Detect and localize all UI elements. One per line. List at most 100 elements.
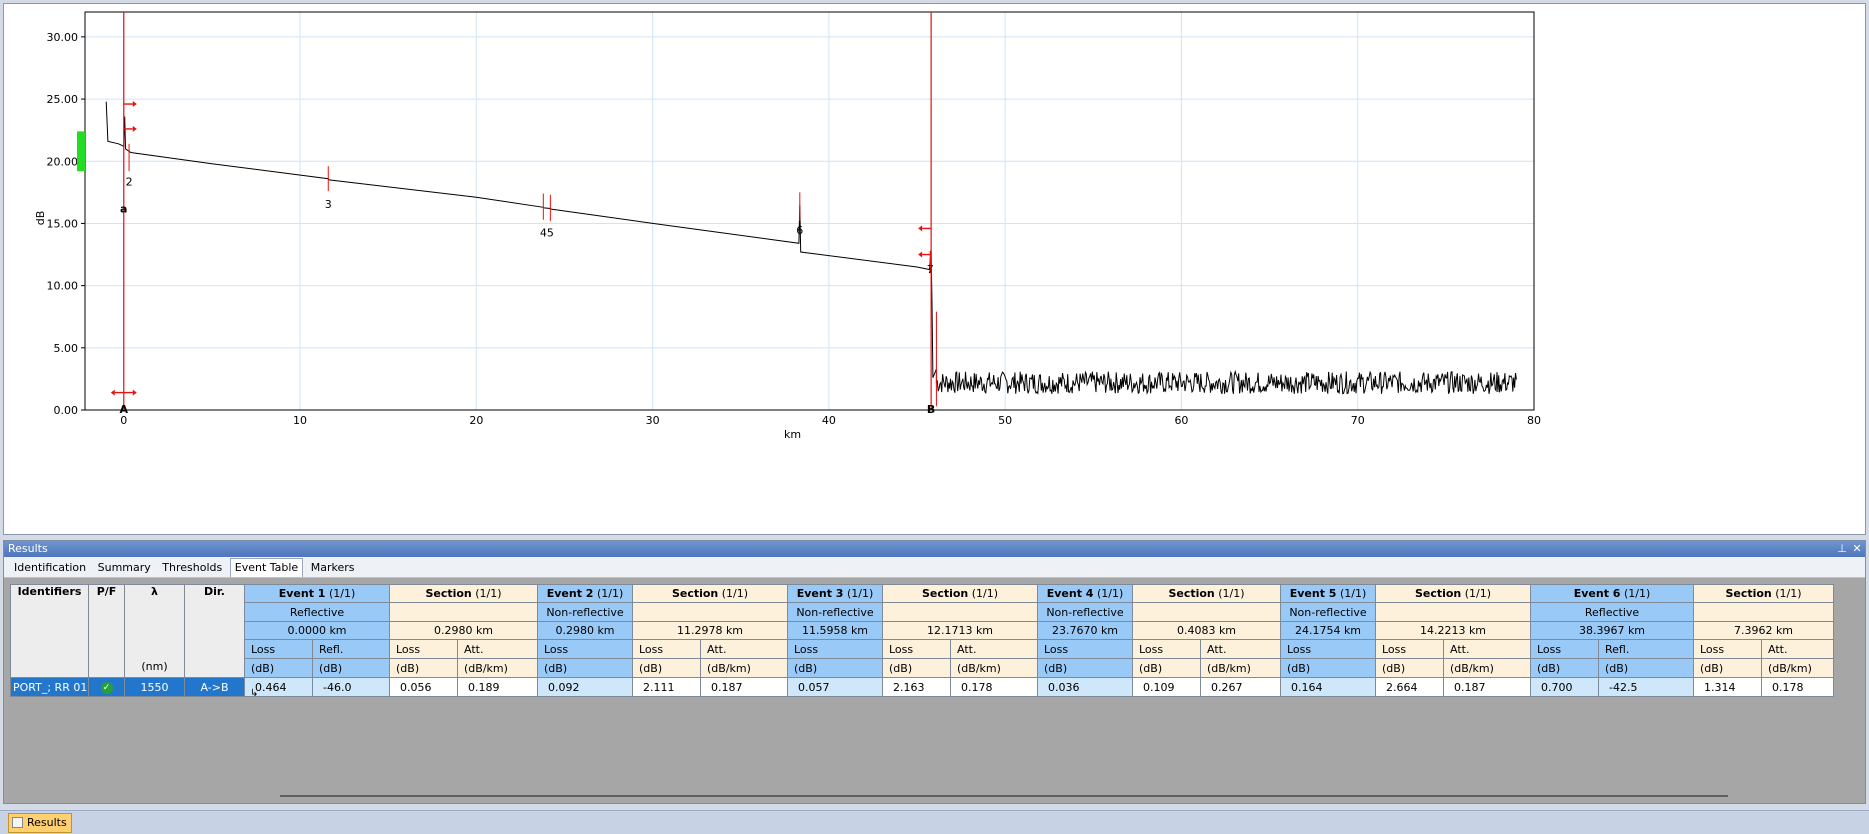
event-name: Event 1 bbox=[278, 587, 326, 600]
unit-second: (dB/km) bbox=[700, 658, 788, 678]
value-second[interactable]: 0.267 bbox=[1200, 677, 1281, 697]
unit-second: (dB/km) bbox=[1443, 658, 1531, 678]
event-header[interactable]: Event 5 (1/1) bbox=[1280, 584, 1376, 603]
group-count: (1/1) bbox=[846, 587, 874, 600]
col-header-dir[interactable]: Dir. bbox=[184, 584, 245, 678]
tab-identification[interactable]: Identification bbox=[10, 559, 90, 577]
value-loss[interactable]: 1.314 bbox=[1693, 677, 1762, 697]
event-name: Event 6 bbox=[1573, 587, 1621, 600]
col-header-pf[interactable]: P/F bbox=[88, 584, 125, 678]
level-indicator bbox=[77, 131, 85, 172]
x-tick-label: 80 bbox=[1527, 414, 1541, 427]
unit-loss: (dB) bbox=[787, 658, 883, 678]
value-second[interactable]: 0.187 bbox=[1443, 677, 1531, 697]
y-axis-label: dB bbox=[34, 211, 47, 226]
tab-markers[interactable]: Markers bbox=[307, 559, 359, 577]
event-header[interactable]: Event 1 (1/1) bbox=[244, 584, 390, 603]
row-identifier[interactable]: PORT_; RR 01 bbox=[10, 677, 89, 697]
lambda-symbol: λ bbox=[151, 585, 158, 599]
event-header[interactable]: Event 4 (1/1) bbox=[1037, 584, 1133, 603]
x-axis-label: km bbox=[784, 428, 801, 441]
value-loss[interactable]: 2.111 bbox=[632, 677, 701, 697]
otdr-trace-chart[interactable]: 0 10 20 30 40 50 60 70 800.005.0010.0015.0020.00… bbox=[4, 4, 1865, 534]
event-header[interactable]: Event 3 (1/1) bbox=[787, 584, 883, 603]
value-loss[interactable]: 0.057 bbox=[787, 677, 883, 697]
unit-loss: (dB) bbox=[389, 658, 458, 678]
unit-second: (dB/km) bbox=[457, 658, 538, 678]
value-second[interactable]: 0.178 bbox=[950, 677, 1038, 697]
value-loss[interactable]: 0.036 bbox=[1037, 677, 1133, 697]
event-marker-label: 4 bbox=[540, 227, 547, 240]
y-tick-label: 30.00 bbox=[47, 31, 79, 44]
group-count: (1/1) bbox=[328, 587, 356, 600]
unit-loss: (dB) bbox=[537, 658, 633, 678]
unit-second: (dB/km) bbox=[950, 658, 1038, 678]
row-pf[interactable]: ✓ bbox=[88, 677, 125, 697]
cursor-label: A bbox=[120, 403, 129, 416]
col-header-second: Refl. bbox=[312, 639, 390, 659]
col-header-identifiers[interactable]: Identifiers bbox=[10, 584, 89, 678]
col-header-lambda[interactable]: λ (nm) bbox=[124, 584, 185, 678]
y-tick-label: 25.00 bbox=[47, 93, 79, 106]
section-header[interactable]: Section (1/1) bbox=[1132, 584, 1281, 603]
col-header-loss: Loss bbox=[244, 639, 313, 659]
value-loss[interactable]: 0.164 bbox=[1280, 677, 1376, 697]
event-name: Event 3 bbox=[796, 587, 844, 600]
y-tick-label: 20.00 bbox=[47, 155, 79, 168]
tab-summary[interactable]: Summary bbox=[94, 559, 155, 577]
unit-second: (dB/km) bbox=[1761, 658, 1834, 678]
row-lambda[interactable]: 1550 bbox=[124, 677, 185, 697]
section-name: Section bbox=[1168, 587, 1215, 600]
event-header[interactable]: Event 6 (1/1) bbox=[1530, 584, 1694, 603]
tab-thresholds[interactable]: Thresholds bbox=[158, 559, 226, 577]
horizontal-scrollbar[interactable] bbox=[280, 795, 1728, 797]
value-second[interactable]: 0.178 bbox=[1761, 677, 1834, 697]
value-loss[interactable]: 0.092 bbox=[537, 677, 633, 697]
col-header-second: Att. bbox=[457, 639, 538, 659]
close-icon[interactable]: ✕ bbox=[1850, 541, 1864, 557]
row-dir[interactable]: A->B bbox=[184, 677, 245, 697]
section-name: Section bbox=[425, 587, 472, 600]
value-second[interactable]: -42.5 bbox=[1598, 677, 1694, 697]
col-header-loss: Loss bbox=[537, 639, 633, 659]
event-table-area[interactable]: Identifiers P/F λ (nm) Dir. Event 1 (1/1… bbox=[10, 584, 1862, 784]
section-header[interactable]: Section (1/1) bbox=[1693, 584, 1834, 603]
value-loss[interactable]: 0.700 bbox=[1530, 677, 1599, 697]
col-header-loss: Loss bbox=[389, 639, 458, 659]
group-type bbox=[1693, 602, 1834, 622]
lambda-unit: (nm) bbox=[141, 660, 168, 673]
y-tick-label: 15.00 bbox=[47, 217, 79, 230]
value-loss[interactable]: 2.664 bbox=[1375, 677, 1444, 697]
group-type bbox=[1132, 602, 1281, 622]
col-header-second: Att. bbox=[1761, 639, 1834, 659]
group-type: Reflective bbox=[244, 602, 390, 622]
event-header[interactable]: Event 2 (1/1) bbox=[537, 584, 633, 603]
value-second[interactable]: 0.189 bbox=[457, 677, 538, 697]
col-header-second: Att. bbox=[1200, 639, 1281, 659]
results-dock-tab[interactable]: Results bbox=[8, 813, 72, 833]
group-type: Non-reflective bbox=[1037, 602, 1133, 622]
pin-icon[interactable]: ⊥ bbox=[1835, 541, 1849, 557]
otdr-trace-panel[interactable]: 0 10 20 30 40 50 60 70 80 0.00 5.00 10.00 15.00 20.00… bbox=[3, 3, 1866, 535]
group-distance: 0.2980 km bbox=[537, 621, 633, 640]
section-header[interactable]: Section (1/1) bbox=[882, 584, 1038, 603]
value-loss[interactable]: 0.109 bbox=[1132, 677, 1201, 697]
y-tick-label: 5.00 bbox=[54, 342, 79, 355]
value-second[interactable]: 0.187 bbox=[700, 677, 788, 697]
group-type bbox=[1375, 602, 1531, 622]
value-loss[interactable]: 0.056 bbox=[389, 677, 458, 697]
event-marker-label: 2 bbox=[126, 176, 133, 189]
value-loss[interactable]: 2.163 bbox=[882, 677, 951, 697]
section-header[interactable]: Section (1/1) bbox=[632, 584, 788, 603]
col-header-second: Att. bbox=[700, 639, 788, 659]
group-distance: 0.4083 km bbox=[1132, 621, 1281, 640]
unit-second: (dB) bbox=[1598, 658, 1694, 678]
section-header[interactable]: Section (1/1) bbox=[1375, 584, 1531, 603]
col-header-second: Att. bbox=[950, 639, 1038, 659]
y-tick-label: 0.00 bbox=[54, 404, 79, 417]
unit-loss: (dB) bbox=[1132, 658, 1201, 678]
unit-loss: (dB) bbox=[1280, 658, 1376, 678]
tab-event-table[interactable]: Event Table bbox=[229, 558, 304, 577]
section-header[interactable]: Section (1/1) bbox=[389, 584, 538, 603]
value-second[interactable]: -46.0 bbox=[312, 677, 390, 697]
